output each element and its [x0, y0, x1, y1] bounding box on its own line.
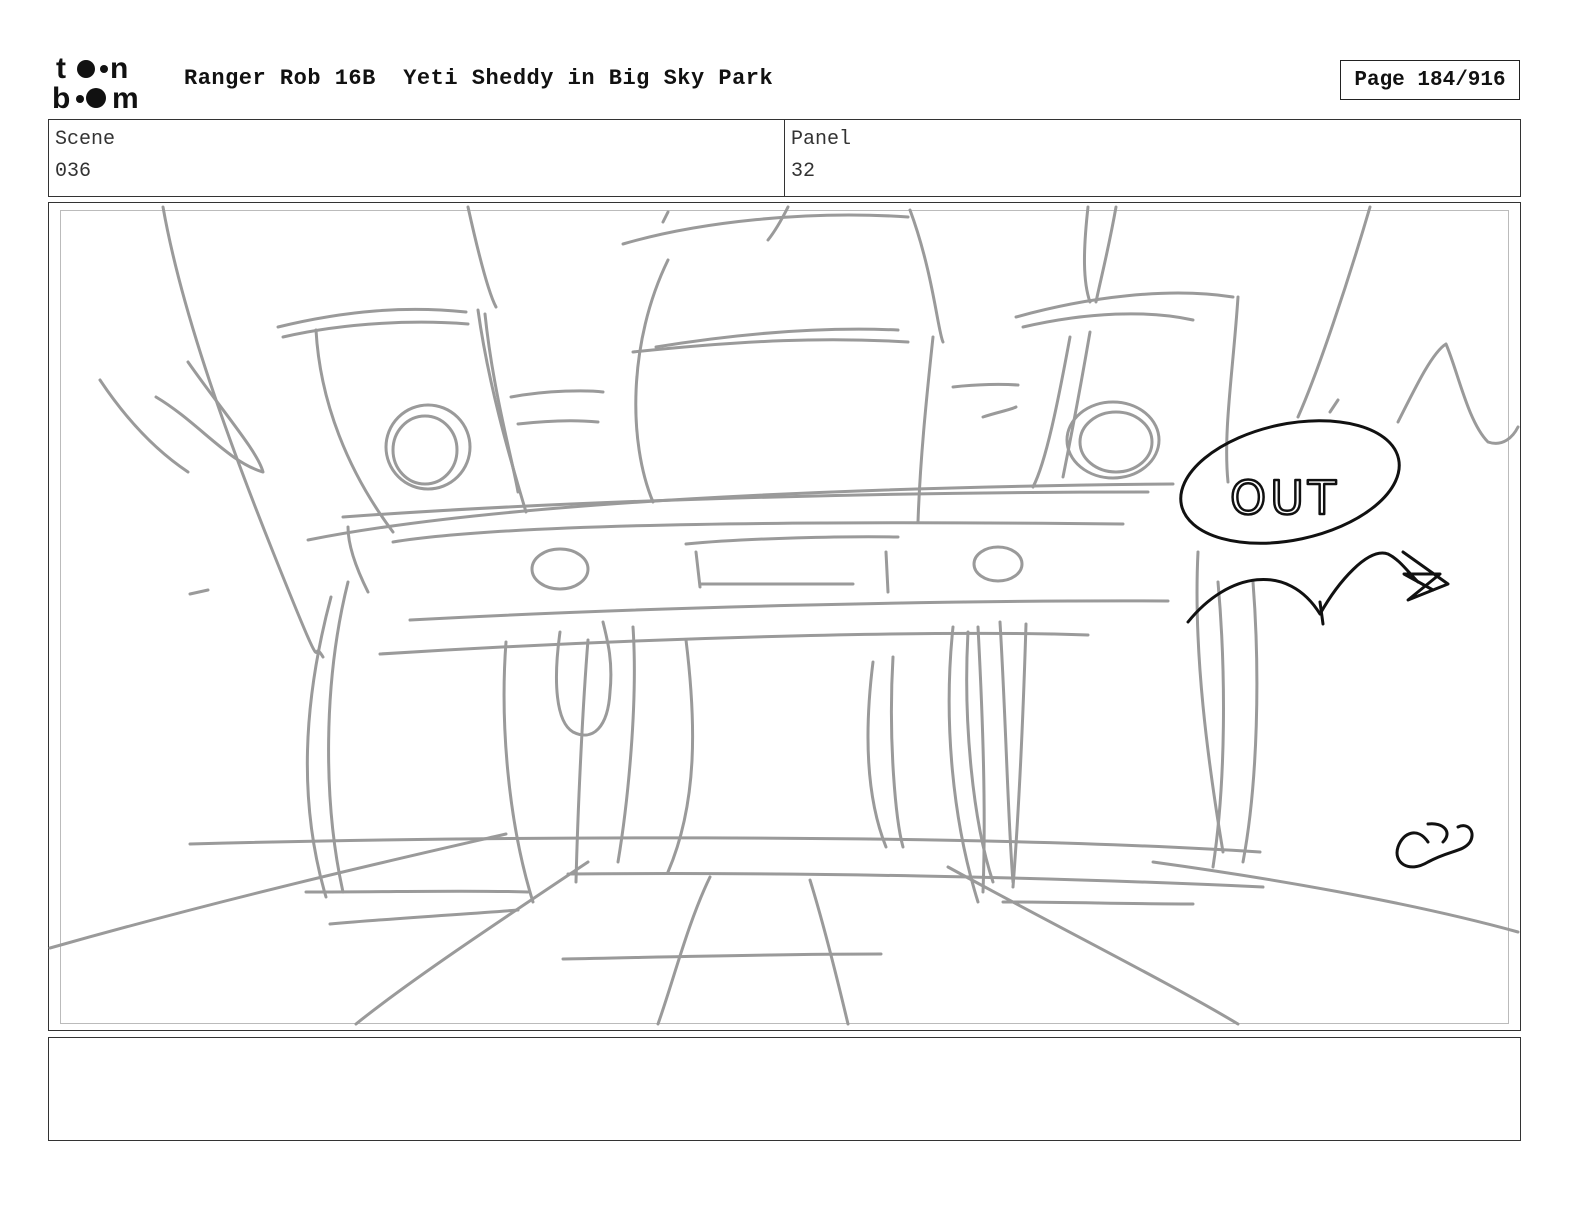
svg-text:t: t — [56, 52, 66, 85]
notes-box — [48, 1037, 1521, 1141]
storyboard-sketch: OUT — [48, 205, 1520, 1026]
toon-boom-logo: t n b m — [52, 52, 139, 112]
speech-text: OUT — [1230, 471, 1340, 525]
scene-label: Scene — [55, 128, 116, 151]
panel-value: 32 — [791, 160, 816, 183]
svg-text:n: n — [110, 52, 128, 85]
panel-cell: Panel 32 — [784, 120, 1520, 196]
page-indicator: Page 184/916 — [1340, 60, 1520, 100]
scene-value: 036 — [55, 160, 92, 183]
pencil-sketch-lines — [48, 205, 1520, 1026]
scene-cell: Scene 036 — [49, 120, 784, 196]
svg-text:m: m — [112, 82, 139, 112]
scene-panel-info: Scene 036 Panel 32 — [48, 119, 1521, 197]
svg-text:b: b — [52, 82, 70, 112]
document-title: Ranger Rob 16B Yeti Sheddy in Big Sky Pa… — [184, 66, 774, 91]
panel-label: Panel — [791, 128, 852, 151]
motion-arc — [1186, 551, 1420, 624]
